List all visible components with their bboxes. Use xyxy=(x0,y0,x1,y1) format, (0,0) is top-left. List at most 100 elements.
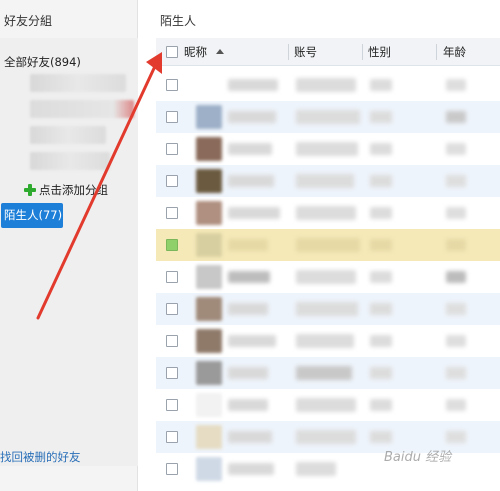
blurred-group[interactable] xyxy=(30,152,110,170)
gender-cell xyxy=(370,79,392,91)
groups-title: 好友分組 xyxy=(4,14,53,28)
column-nickname[interactable]: 昵称 xyxy=(184,38,207,66)
age-cell xyxy=(446,367,466,379)
account-cell xyxy=(296,334,354,348)
account-cell xyxy=(296,206,356,220)
age-cell xyxy=(446,303,466,315)
gender-cell xyxy=(370,175,392,187)
age-cell xyxy=(446,207,466,219)
table-row[interactable] xyxy=(156,69,500,101)
column-divider[interactable] xyxy=(436,44,437,60)
nickname-cell xyxy=(228,239,268,251)
table-row[interactable] xyxy=(156,357,500,389)
add-group-button[interactable]: 点击添加分组 xyxy=(24,182,108,198)
account-cell xyxy=(296,462,336,476)
row-checkbox[interactable] xyxy=(166,335,178,347)
avatar xyxy=(196,137,222,161)
plus-icon xyxy=(24,184,36,196)
account-cell xyxy=(296,78,356,92)
gender-cell xyxy=(370,207,392,219)
group-all-friends[interactable]: 全部好友(894) xyxy=(4,54,81,70)
nickname-cell xyxy=(228,143,272,155)
gender-cell xyxy=(370,431,392,443)
sort-asc-icon xyxy=(216,49,224,54)
age-cell xyxy=(446,175,466,187)
account-cell xyxy=(296,174,354,188)
account-cell xyxy=(296,430,356,444)
table-row[interactable] xyxy=(156,197,500,229)
gender-cell xyxy=(370,143,392,155)
add-group-label: 点击添加分组 xyxy=(39,183,108,197)
column-divider[interactable] xyxy=(362,44,363,60)
age-cell xyxy=(446,431,466,443)
account-cell xyxy=(296,238,360,252)
avatar xyxy=(196,169,222,193)
account-cell xyxy=(296,366,352,380)
column-account[interactable]: 账号 xyxy=(294,38,317,66)
row-checkbox[interactable] xyxy=(166,239,178,251)
table-row[interactable] xyxy=(156,165,500,197)
gender-cell xyxy=(370,399,392,411)
row-checkbox[interactable] xyxy=(166,207,178,219)
nickname-cell xyxy=(228,111,276,123)
avatar xyxy=(196,361,222,385)
table-row-selected[interactable] xyxy=(156,229,500,261)
column-gender[interactable]: 性别 xyxy=(368,38,391,66)
nickname-cell xyxy=(228,463,274,475)
blurred-group[interactable] xyxy=(30,74,126,92)
gender-cell xyxy=(370,111,392,123)
nickname-cell xyxy=(228,303,268,315)
age-cell xyxy=(446,399,466,411)
row-checkbox[interactable] xyxy=(166,431,178,443)
age-cell xyxy=(446,111,466,123)
gender-cell xyxy=(370,271,392,283)
age-cell xyxy=(446,143,466,155)
row-checkbox[interactable] xyxy=(166,367,178,379)
table-row[interactable] xyxy=(156,261,500,293)
age-cell xyxy=(446,335,466,347)
account-cell xyxy=(296,302,358,316)
row-checkbox[interactable] xyxy=(166,175,178,187)
stranger-list xyxy=(156,69,500,485)
age-cell xyxy=(446,239,466,251)
column-divider[interactable] xyxy=(288,44,289,60)
table-row[interactable] xyxy=(156,325,500,357)
contacts-title: 陌生人 xyxy=(160,14,197,28)
avatar xyxy=(196,233,222,257)
age-cell xyxy=(446,271,466,283)
row-checkbox[interactable] xyxy=(166,463,178,475)
account-cell xyxy=(296,110,360,124)
avatar xyxy=(196,393,222,417)
table-header: 昵称 账号 性别 年龄 xyxy=(156,38,500,66)
select-all-checkbox[interactable] xyxy=(166,46,178,58)
group-strangers[interactable]: 陌生人(77) xyxy=(1,203,63,228)
blurred-group[interactable] xyxy=(30,100,134,118)
gender-cell xyxy=(370,367,392,379)
table-row[interactable] xyxy=(156,133,500,165)
nickname-cell xyxy=(228,79,278,91)
avatar xyxy=(196,329,222,353)
row-checkbox[interactable] xyxy=(166,111,178,123)
nickname-cell xyxy=(228,175,274,187)
column-age[interactable]: 年龄 xyxy=(443,38,466,66)
row-checkbox[interactable] xyxy=(166,399,178,411)
blurred-group[interactable] xyxy=(30,126,106,144)
table-row[interactable] xyxy=(156,101,500,133)
row-checkbox[interactable] xyxy=(166,143,178,155)
row-checkbox[interactable] xyxy=(166,271,178,283)
table-row[interactable] xyxy=(156,389,500,421)
account-cell xyxy=(296,142,358,156)
groups-panel: 好友分組 全部好友(894) 点击添加分组 陌生人(77) 找回被删的好友 xyxy=(0,0,138,491)
nickname-cell xyxy=(228,271,270,283)
account-cell xyxy=(296,270,356,284)
gender-cell xyxy=(370,303,392,315)
row-checkbox[interactable] xyxy=(166,79,178,91)
account-cell xyxy=(296,398,356,412)
avatar xyxy=(196,297,222,321)
nickname-cell xyxy=(228,399,268,411)
gender-cell xyxy=(370,239,392,251)
table-row[interactable] xyxy=(156,293,500,325)
recover-deleted-friends-link[interactable]: 找回被删的好友 xyxy=(0,449,81,465)
row-checkbox[interactable] xyxy=(166,303,178,315)
nickname-cell xyxy=(228,367,268,379)
